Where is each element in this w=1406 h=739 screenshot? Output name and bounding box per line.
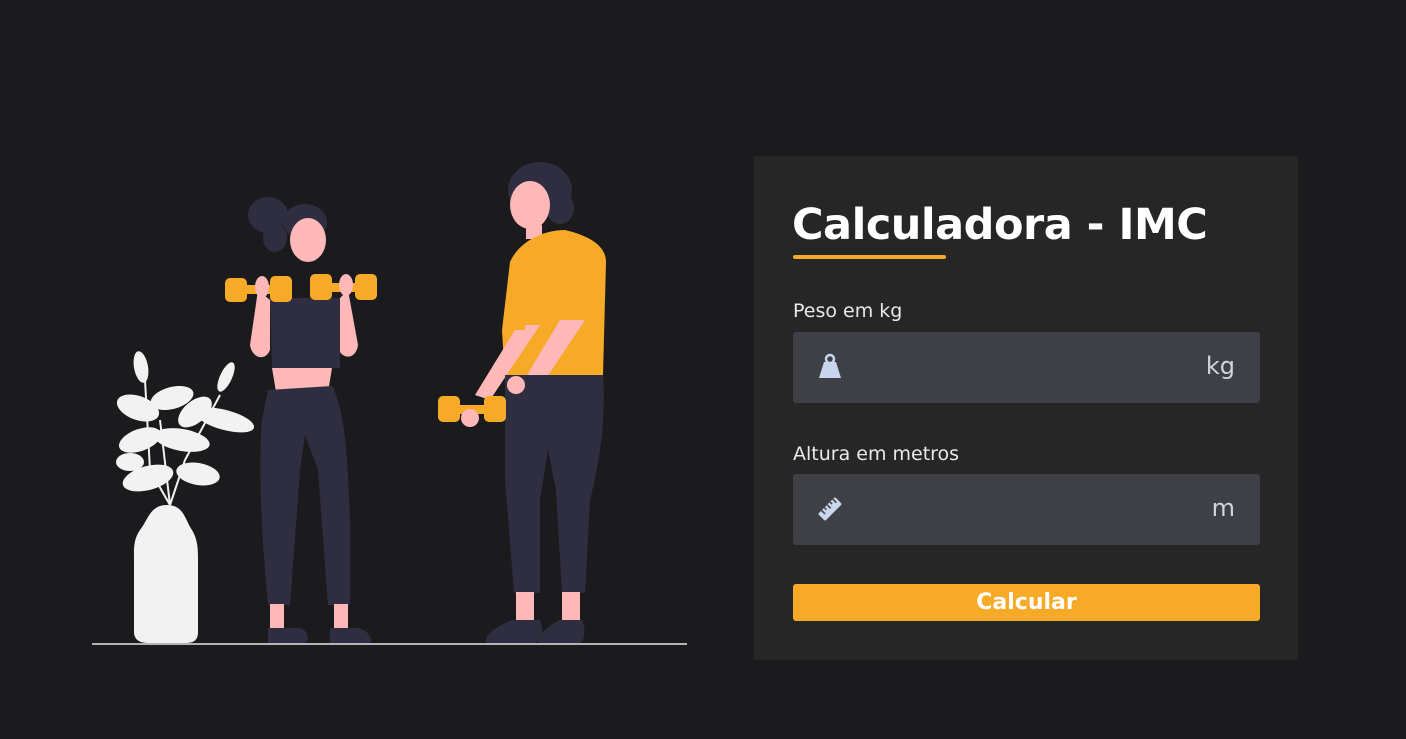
height-unit: m	[1211, 494, 1235, 522]
calculate-button[interactable]: Calcular	[793, 584, 1260, 621]
weight-label: Peso em kg	[793, 300, 903, 322]
height-label: Altura em metros	[793, 443, 960, 465]
page-title: Calculadora - IMC	[792, 200, 1208, 250]
title-underline	[793, 255, 946, 259]
weight-icon	[819, 353, 841, 378]
calculator-card: Calculadora - IMC Peso em kg kg Altura e…	[754, 156, 1298, 660]
weight-unit: kg	[1205, 352, 1235, 380]
height-field[interactable]: m	[793, 474, 1260, 545]
ruler-icon	[818, 497, 842, 521]
workout-illustration	[92, 162, 687, 645]
man-figure	[438, 162, 606, 643]
weight-field[interactable]: kg	[793, 332, 1260, 403]
weight-input[interactable]	[857, 332, 1187, 403]
plant	[116, 351, 255, 643]
height-input[interactable]	[857, 474, 1187, 545]
